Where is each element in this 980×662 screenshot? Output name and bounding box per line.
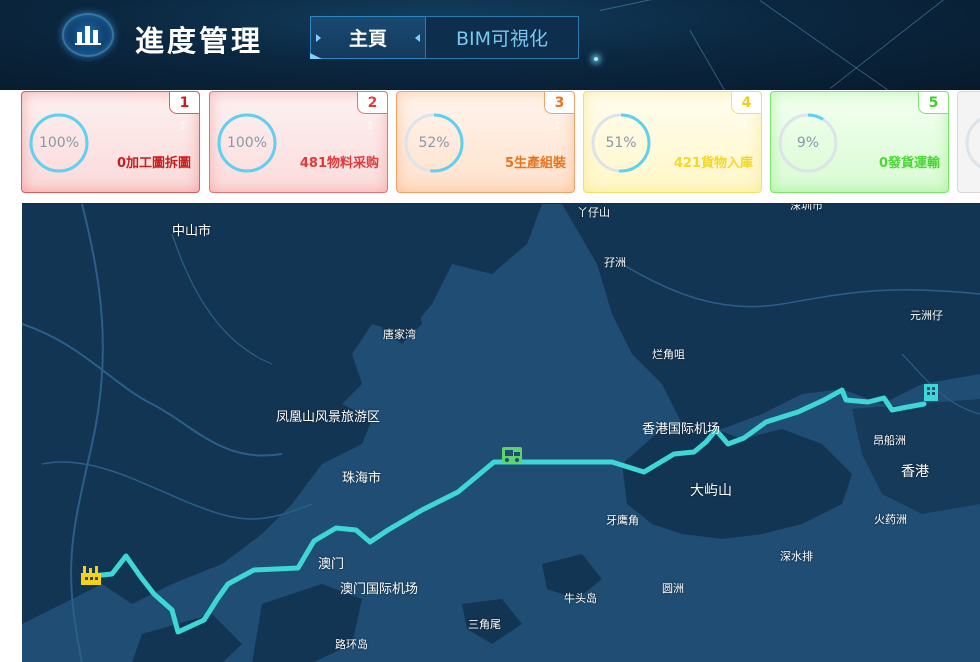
map-label: 香港国际机场	[642, 422, 721, 437]
app-title: 進度管理	[135, 24, 264, 58]
progress-percent: 100%	[38, 135, 80, 151]
map-label: 澳门	[318, 557, 345, 572]
map-label: 深水排	[780, 550, 813, 563]
map-label: 孖洲	[604, 256, 626, 269]
truck-icon[interactable]	[501, 445, 523, 465]
tab-label: 主頁	[348, 28, 387, 50]
stage-index-badge: 5	[918, 92, 948, 114]
stage-label: 5生產組裝	[504, 156, 566, 171]
tab-home[interactable]: 主頁	[310, 16, 426, 59]
tab-bim-visualization[interactable]: BIM可視化	[425, 16, 579, 59]
stage-card-partial[interactable]	[957, 91, 980, 193]
header-decoration	[759, 0, 925, 90]
stage-index-badge: 2	[357, 92, 387, 114]
chevron-right-icon	[316, 34, 321, 42]
building-icon[interactable]	[921, 382, 941, 402]
card-decoration: ⁑	[555, 122, 560, 133]
header-decoration	[689, 30, 771, 90]
map-label: 珠海市	[342, 471, 382, 486]
map-label: 大屿山	[690, 483, 732, 499]
stage-card-drawing[interactable]: 1 100% ⁑ 0加工圖拆圖	[21, 91, 200, 193]
map-label: 深圳市	[790, 203, 823, 212]
card-decoration: ⁑	[180, 122, 185, 133]
progress-ring	[965, 117, 980, 169]
factory-icon[interactable]	[79, 564, 103, 586]
stage-index-badge: 3	[544, 92, 574, 114]
header-decoration	[829, 0, 973, 89]
chevron-left-icon	[415, 34, 420, 42]
map-label: 昂船洲	[873, 434, 906, 447]
map-label: 三角尾	[468, 618, 501, 631]
stage-label: 0發貨運輸	[878, 156, 940, 171]
stage-index-badge: 4	[731, 92, 761, 114]
stage-card-shipping[interactable]: 5 9% ⁑ 0發貨運輸	[770, 91, 949, 193]
map-label: 圆洲	[662, 582, 684, 595]
map-base	[22, 204, 980, 662]
stage-label: 421貨物入庫	[673, 156, 753, 171]
stage-label: 481物料采购	[299, 156, 379, 171]
map-label: 元洲仔	[910, 309, 943, 322]
map-label: 烂角咀	[652, 348, 685, 361]
header-decoration	[599, 0, 855, 11]
tab-corner-decoration	[310, 53, 322, 59]
header-decoration	[594, 57, 598, 61]
progress-percent: 9%	[796, 135, 820, 151]
map-label: 火药洲	[874, 513, 907, 526]
map-label: 牛头岛	[564, 592, 597, 605]
progress-percent: 52%	[418, 135, 450, 151]
progress-percent: 51%	[605, 135, 637, 151]
card-decoration: ⁑	[368, 122, 373, 133]
map-label: 丫仔山	[577, 206, 610, 219]
stage-index-badge: 1	[169, 92, 199, 114]
stage-label: 0加工圖拆圖	[116, 156, 191, 171]
card-decoration: ⁑	[929, 122, 934, 133]
bar-chart-icon	[62, 13, 114, 57]
map-label: 路环岛	[335, 638, 368, 651]
app-header: 進度管理 主頁 BIM可視化	[0, 0, 980, 90]
progress-cards: 1 100% ⁑ 0加工圖拆圖 2 100% ⁑ 481物料采购 3 52% ⁑…	[0, 90, 980, 203]
stage-card-assembly[interactable]: 3 52% ⁑ 5生產組裝	[396, 91, 575, 193]
map-label: 凤凰山风景旅游区	[276, 410, 381, 425]
map-label: 牙鹰角	[606, 514, 639, 527]
stage-card-procurement[interactable]: 2 100% ⁑ 481物料采购	[209, 91, 388, 193]
map-label: 中山市	[172, 224, 212, 239]
tab-label: BIM可視化	[455, 28, 549, 50]
card-decoration: ⁑	[742, 122, 747, 133]
progress-percent: 100%	[226, 135, 268, 151]
logistics-map[interactable]: 中山市 丫仔山 孖洲 深圳市 元洲仔 唐家湾 烂角咀 凤凰山风景旅游区 香港国际…	[22, 203, 980, 662]
map-label: 唐家湾	[383, 328, 416, 341]
map-label: 澳门国际机场	[340, 582, 419, 597]
map-label: 香港	[901, 464, 929, 480]
stage-card-warehousing[interactable]: 4 51% ⁑ 421貨物入庫	[583, 91, 762, 193]
